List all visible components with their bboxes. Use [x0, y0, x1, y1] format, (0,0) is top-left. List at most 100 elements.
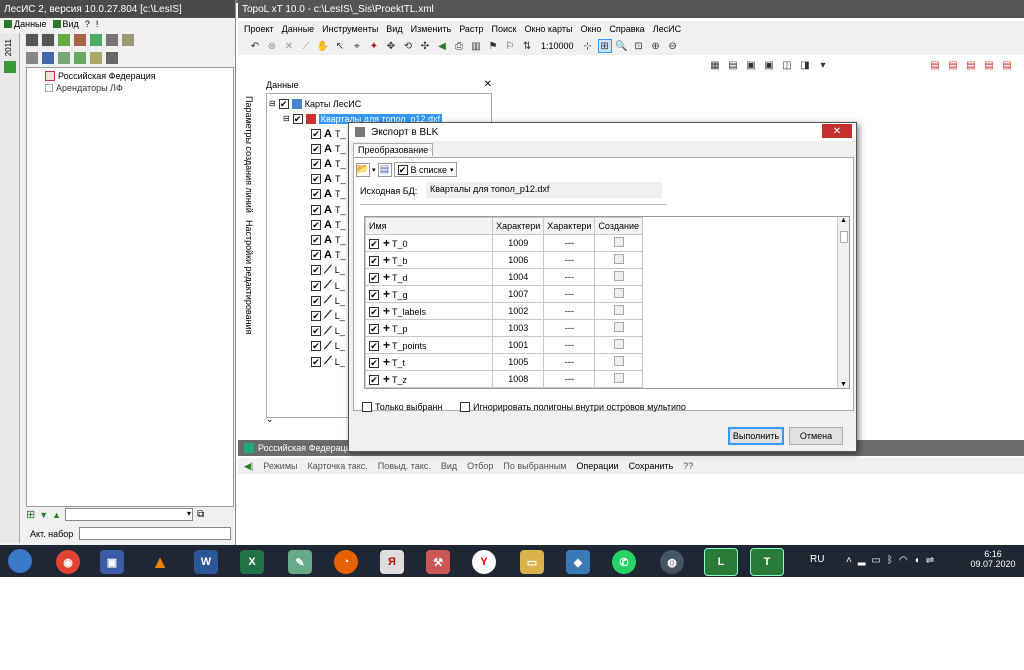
layer-item[interactable]: AT_	[311, 202, 345, 217]
row-create[interactable]	[594, 234, 643, 252]
layer-item[interactable]: ⟋L_	[311, 293, 345, 308]
menu-project[interactable]: Проект	[244, 24, 274, 34]
print-icon[interactable]	[106, 52, 118, 64]
layer-item[interactable]: ⟋L_	[311, 308, 345, 323]
zoom-extent-icon[interactable]: ⊡	[632, 39, 646, 53]
layer-item[interactable]: ⟋L_	[311, 324, 345, 339]
menu-window[interactable]: Окно	[580, 24, 601, 34]
back-icon[interactable]: ◀|	[244, 461, 253, 472]
expand-icon[interactable]: ⌄	[266, 414, 274, 425]
dialog-close-button[interactable]: ✕	[822, 124, 852, 138]
modes-button[interactable]: Режимы	[263, 461, 297, 471]
layer-item[interactable]: ⟋L_	[311, 278, 345, 293]
flag2-icon[interactable]: ⚐	[503, 39, 517, 53]
table-row[interactable]: +T_d1004---	[365, 268, 643, 286]
row-code[interactable]: 1007	[492, 285, 545, 303]
menu-data[interactable]: Данные	[282, 24, 315, 34]
layer-checkbox[interactable]	[311, 356, 321, 367]
row-create[interactable]	[594, 370, 643, 388]
row-char[interactable]: ---	[543, 268, 596, 286]
only-selected-option[interactable]: Только выбранн	[362, 402, 442, 412]
snap-icon[interactable]: ⊹	[581, 39, 595, 53]
card-button[interactable]: Карточка такс.	[307, 461, 367, 471]
layer-checkbox[interactable]	[311, 280, 321, 291]
scroll-down-icon[interactable]: ▼	[840, 381, 847, 388]
layer-checkbox[interactable]	[311, 326, 321, 337]
tree-root[interactable]: ⊟ Карты ЛесИС	[269, 96, 361, 111]
grid-snap-icon[interactable]: ⊞	[597, 39, 612, 53]
scroll-thumb[interactable]	[840, 231, 848, 243]
zoom-icon[interactable]: 🔍	[615, 39, 629, 53]
row-char[interactable]: ---	[543, 251, 596, 269]
map-fold-icon[interactable]: ▥	[469, 39, 483, 53]
row-name-cell[interactable]: +T_z	[365, 370, 494, 388]
row-name-cell[interactable]: +T_labels	[365, 302, 494, 320]
layer-checkbox[interactable]	[311, 174, 321, 185]
layer-checkbox[interactable]	[311, 310, 321, 321]
tree-item-russia[interactable]: Российская Федерация	[45, 71, 156, 81]
table-row[interactable]: +T_b1006---	[365, 251, 643, 269]
usb-icon[interactable]: ⇌	[926, 555, 934, 566]
lesis-task-icon[interactable]: L	[704, 548, 738, 576]
panel2-icon[interactable]: ▣	[762, 58, 776, 72]
row-code[interactable]: 1009	[492, 234, 545, 252]
row-char[interactable]: ---	[543, 319, 596, 337]
row-char[interactable]: ---	[543, 234, 596, 252]
doc3-icon[interactable]: ▤	[964, 58, 978, 72]
side-tab-line-params[interactable]: Параметры создания линий	[244, 96, 254, 213]
user-icon[interactable]	[90, 52, 102, 64]
rotate-icon[interactable]: ⟲	[401, 39, 415, 53]
stack-icon[interactable]	[74, 52, 86, 64]
row-code[interactable]: 1002	[492, 302, 545, 320]
network-icon[interactable]: ◍	[660, 550, 684, 574]
table-row[interactable]: +T_z1008---	[365, 370, 643, 388]
row-char[interactable]: ---	[543, 370, 596, 388]
start-button[interactable]	[8, 549, 32, 573]
whatsapp-icon[interactable]: ✆	[612, 550, 636, 574]
menu-map-window[interactable]: Окно карты	[525, 24, 573, 34]
layer-checkbox[interactable]	[311, 265, 321, 276]
help-button[interactable]: ??	[683, 461, 693, 471]
menu-edit[interactable]: Изменить	[411, 24, 452, 34]
ignore-polygons-option[interactable]: Игнорировать полигоны внутри островов му…	[460, 402, 686, 412]
tree-item-tenants[interactable]: Арендаторы ЛФ	[45, 83, 123, 93]
row-name-cell[interactable]: +T_points	[365, 336, 494, 354]
sort-icon[interactable]	[122, 34, 134, 46]
col-create[interactable]: Создание	[594, 217, 643, 235]
down-arrow-icon[interactable]: ▼	[39, 510, 48, 520]
col-char2[interactable]: Характери	[543, 217, 596, 235]
vlc-icon[interactable]: ▲	[148, 550, 172, 574]
pin-icon[interactable]	[26, 52, 38, 64]
create-checkbox[interactable]	[613, 254, 624, 264]
filter-button[interactable]: Отбор	[467, 461, 493, 471]
panel-icon[interactable]: ▣	[744, 58, 758, 72]
table-row[interactable]: +T_labels1002---	[365, 302, 643, 320]
row-create[interactable]	[594, 319, 643, 337]
cancel-icon[interactable]: ⊗	[265, 39, 279, 53]
table-icon[interactable]: ▦	[708, 58, 722, 72]
layer-checkbox[interactable]	[311, 189, 321, 200]
row-checkbox[interactable]	[369, 273, 379, 283]
row-checkbox[interactable]	[369, 358, 379, 368]
line-icon[interactable]: ⟋	[299, 39, 313, 53]
doc5-icon[interactable]: ▤	[1000, 58, 1014, 72]
row-code[interactable]: 1001	[492, 336, 545, 354]
add-icon[interactable]: ⊞	[26, 508, 35, 521]
doc-icon[interactable]: ▤	[928, 58, 942, 72]
data-menu[interactable]: Данные	[4, 19, 47, 29]
folder-icon[interactable]: 📂	[356, 162, 370, 177]
firefox-icon[interactable]: ◔	[334, 550, 358, 574]
in-list-dropdown[interactable]: В списке▾	[393, 162, 458, 177]
cut-icon[interactable]: ✕	[282, 39, 296, 53]
create-checkbox[interactable]	[613, 237, 624, 247]
row-name-cell[interactable]: +T_g	[365, 285, 494, 303]
topol-task-icon[interactable]: T	[750, 548, 784, 576]
run-button[interactable]: Выполнить	[728, 427, 784, 445]
columns-icon[interactable]: ◫	[780, 58, 794, 72]
node-add-icon[interactable]: ✦	[367, 39, 381, 53]
doc4-icon[interactable]: ▤	[982, 58, 996, 72]
help-menu[interactable]: ?	[85, 19, 90, 29]
tab-transform[interactable]: Преобразование	[353, 143, 434, 156]
undo-icon[interactable]: ↶	[248, 39, 262, 53]
excel-icon[interactable]: X	[240, 550, 264, 574]
